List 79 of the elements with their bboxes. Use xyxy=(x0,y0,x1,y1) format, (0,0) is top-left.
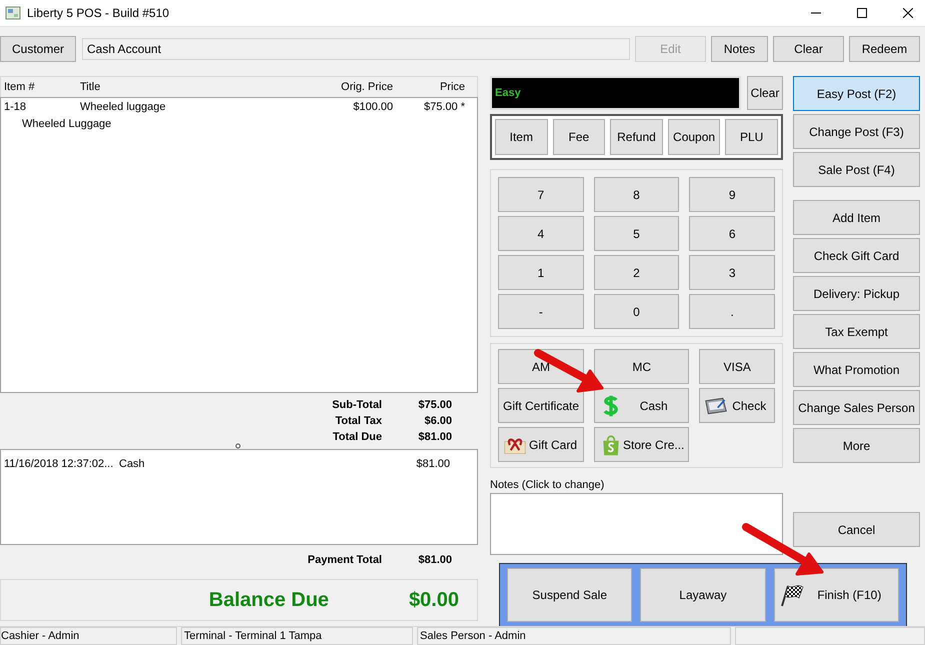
function-button[interactable]: Add Item xyxy=(793,200,920,235)
keypad-key[interactable]: 4 xyxy=(498,216,584,251)
total-value: $81.00 xyxy=(417,431,452,443)
post-mode-button[interactable]: Easy Post (F2) xyxy=(793,76,920,111)
customer-button[interactable]: Customer xyxy=(0,36,76,62)
table-cell-text: $100.00 xyxy=(352,101,393,113)
total-label: Sub-Total xyxy=(331,399,382,411)
toolbar-button[interactable]: Clear xyxy=(773,36,844,62)
keypad-key[interactable]: 6 xyxy=(689,216,775,251)
table-cell-text: 11/16/2018 12:37:02... xyxy=(4,458,114,470)
function-button[interactable]: Tax Exempt xyxy=(793,314,920,349)
mode-button[interactable]: PLU xyxy=(725,119,778,155)
mode-button[interactable]: Fee xyxy=(552,119,606,155)
item-description: Wheeled Luggage xyxy=(21,117,112,130)
action-button[interactable]: Suspend Sale xyxy=(507,568,632,622)
toolbar-button[interactable]: Notes xyxy=(711,36,768,62)
keypad-key[interactable]: 9 xyxy=(689,177,775,212)
total-label: Total Tax xyxy=(334,415,382,427)
keypad-key[interactable]: . xyxy=(689,294,775,329)
checkered-flag-icon xyxy=(778,583,805,607)
total-value: $81.00 xyxy=(417,554,452,566)
function-button[interactable]: What Promotion xyxy=(793,352,920,387)
function-button[interactable]: More xyxy=(793,428,920,463)
column-header: Price xyxy=(438,81,465,93)
tender-button[interactable]: Check xyxy=(699,388,775,423)
keypad-key[interactable]: - xyxy=(498,294,584,329)
total-value: $75.00 xyxy=(417,399,452,411)
mode-button[interactable]: Refund xyxy=(610,119,663,155)
keypad-key[interactable]: 2 xyxy=(594,255,680,290)
post-mode-button[interactable]: Change Post (F3) xyxy=(793,114,920,149)
entry-display: Easy xyxy=(490,76,741,110)
splitter-grip-icon[interactable] xyxy=(235,443,241,449)
tender-button[interactable]: Gift Certificate xyxy=(498,388,584,423)
column-header: Title xyxy=(80,81,102,93)
clear-button[interactable]: Clear xyxy=(747,76,783,110)
pointer-arrow xyxy=(534,349,604,392)
column-header: Item # xyxy=(3,81,36,93)
post-mode-button[interactable]: Sale Post (F4) xyxy=(793,152,920,187)
balance-value: $0.00 xyxy=(408,588,459,612)
table-cell-text: 1-18 xyxy=(3,101,28,113)
total-label: Total Due xyxy=(332,431,382,443)
maximize-icon[interactable] xyxy=(857,8,867,18)
total-label: Payment Total xyxy=(306,554,382,566)
keypad-key[interactable]: 5 xyxy=(594,216,680,251)
column-header: Orig. Price xyxy=(340,81,393,93)
cancel-button[interactable]: Cancel xyxy=(793,512,920,547)
table-cell-text: $75.00 * xyxy=(423,101,465,113)
notes-label: Notes (Click to change) xyxy=(490,479,606,491)
tender-button[interactable]: VISA xyxy=(699,349,775,384)
keypad-key[interactable]: 0 xyxy=(594,294,680,329)
status-field: Terminal - Terminal 1 Tampa xyxy=(181,627,413,645)
mode-button[interactable]: Item xyxy=(495,119,548,155)
function-button[interactable]: Delivery: Pickup xyxy=(793,276,920,311)
tender-button[interactable]: Gift Card xyxy=(498,427,584,462)
table-cell-text: $81.00 xyxy=(415,458,450,470)
tender-button[interactable]: Cash xyxy=(594,388,690,423)
app-icon xyxy=(5,5,21,21)
account-field[interactable]: Cash Account xyxy=(82,38,630,60)
mode-button[interactable]: Coupon xyxy=(668,119,720,155)
keypad-key[interactable]: 3 xyxy=(689,255,775,290)
action-button[interactable]: Finish (F10) xyxy=(774,568,899,622)
toolbar-button[interactable]: Redeem xyxy=(849,36,920,62)
status-field: Sales Person - Admin xyxy=(417,627,731,645)
function-button[interactable]: Check Gift Card xyxy=(793,238,920,273)
action-button[interactable]: Layaway xyxy=(640,568,766,622)
function-button[interactable]: Change Sales Person xyxy=(793,390,920,425)
total-value: $6.00 xyxy=(423,415,452,427)
window-title: Liberty 5 POS - Build #510 xyxy=(27,6,170,20)
keypad-key[interactable]: 1 xyxy=(498,255,584,290)
table-cell-text: Cash xyxy=(119,458,146,470)
close-icon[interactable] xyxy=(903,8,913,18)
tender-button[interactable]: Store Cre... xyxy=(594,427,690,462)
table-cell-text: Wheeled luggage xyxy=(80,101,167,113)
status-field: Cashier - Admin xyxy=(0,627,177,645)
balance-label: Balance Due xyxy=(208,588,329,612)
notes-field[interactable] xyxy=(490,493,783,555)
keypad-key[interactable]: 7 xyxy=(498,177,584,212)
tender-button[interactable]: MC xyxy=(594,349,690,384)
keypad-key[interactable]: 8 xyxy=(594,177,680,212)
